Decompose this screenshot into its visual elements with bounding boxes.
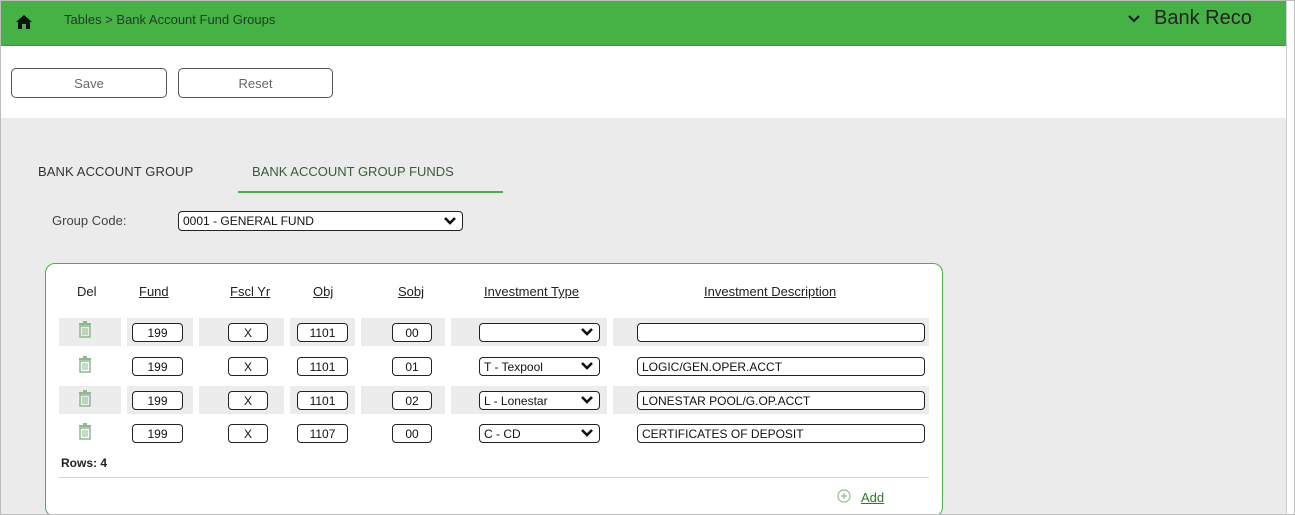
investment-type-select[interactable]: C - CD (479, 424, 600, 443)
obj-input[interactable]: 1101 (297, 391, 348, 410)
home-icon[interactable] (15, 14, 33, 33)
chevron-down-icon (443, 215, 457, 229)
plus-circle-icon (837, 489, 851, 506)
app-switcher[interactable]: Bank Reco (1128, 7, 1252, 30)
header-del: Del (77, 284, 97, 299)
fund-input[interactable]: 199 (132, 323, 183, 342)
breadcrumb: Tables > Bank Account Fund Groups (64, 12, 276, 27)
fund-input[interactable]: 199 (132, 357, 183, 376)
app-title: Bank Reco (1154, 7, 1252, 29)
column-gap (607, 318, 613, 449)
fscl-yr-input[interactable]: X (228, 323, 268, 342)
investment-type-select[interactable]: T - Texpool (479, 357, 600, 376)
vertical-scrollbar[interactable] (1286, 1, 1294, 514)
sobj-input[interactable]: 00 (392, 424, 432, 443)
add-divider (59, 477, 929, 478)
group-code-select[interactable]: 0001 - GENERAL FUND (178, 211, 463, 231)
trash-icon[interactable] (78, 356, 92, 373)
investment-description-input[interactable]: LONESTAR POOL/G.OP.ACCT (637, 391, 925, 410)
investment-type-value: L - Lonestar (484, 393, 548, 408)
save-button[interactable]: Save (11, 68, 167, 98)
fscl-yr-input[interactable]: X (228, 391, 268, 410)
column-gap (355, 318, 361, 449)
header-fscl-yr[interactable]: Fscl Yr (230, 284, 270, 299)
trash-icon[interactable] (78, 321, 92, 338)
trash-icon[interactable] (78, 423, 92, 440)
fscl-yr-input[interactable]: X (228, 424, 268, 443)
fund-input[interactable]: 199 (132, 424, 183, 443)
header-fund[interactable]: Fund (139, 284, 169, 299)
obj-input[interactable]: 1107 (297, 424, 348, 443)
tab-bank-account-group[interactable]: BANK ACCOUNT GROUP (38, 164, 193, 179)
column-gap (284, 318, 290, 449)
investment-description-input[interactable]: CERTIFICATES OF DEPOSIT (637, 424, 925, 443)
obj-input[interactable]: 1101 (297, 357, 348, 376)
tab-bank-account-group-funds[interactable]: BANK ACCOUNT GROUP FUNDS (252, 164, 454, 179)
fund-input[interactable]: 199 (132, 391, 183, 410)
add-label: Add (861, 490, 885, 505)
column-gap (445, 318, 451, 449)
trash-icon[interactable] (78, 390, 92, 407)
investment-type-select[interactable]: L - Lonestar (479, 391, 600, 410)
sobj-input[interactable]: 01 (392, 357, 432, 376)
investment-type-value: T - Texpool (484, 359, 543, 374)
header-obj[interactable]: Obj (313, 284, 333, 299)
reset-button[interactable]: Reset (178, 68, 333, 98)
investment-description-input[interactable] (637, 323, 925, 342)
chevron-down-icon (580, 326, 594, 340)
chevron-down-icon (580, 427, 594, 441)
group-code-label: Group Code: (52, 213, 127, 228)
investment-type-value: C - CD (484, 426, 521, 441)
header-investment-description[interactable]: Investment Description (704, 284, 836, 299)
sobj-input[interactable]: 00 (392, 323, 432, 342)
group-code-value: 0001 - GENERAL FUND (183, 214, 314, 228)
column-gap (193, 318, 199, 449)
app-window: Tables > Bank Account Fund Groups Bank R… (0, 0, 1295, 515)
rows-count: Rows: 4 (61, 456, 108, 470)
sobj-input[interactable]: 02 (392, 391, 432, 410)
investment-description-input[interactable]: LOGIC/GEN.OPER.ACCT (637, 357, 925, 376)
header-sobj[interactable]: Sobj (398, 284, 424, 299)
chevron-down-icon (580, 360, 594, 374)
add-row-button[interactable]: Add (837, 489, 884, 506)
obj-input[interactable]: 1101 (297, 323, 348, 342)
column-gap (121, 318, 127, 449)
header-investment-type[interactable]: Investment Type (484, 284, 579, 299)
chevron-down-icon (580, 394, 594, 408)
fscl-yr-input[interactable]: X (228, 357, 268, 376)
investment-type-select[interactable] (479, 323, 600, 342)
top-bar: Tables > Bank Account Fund Groups Bank R… (1, 1, 1286, 46)
chevron-down-icon[interactable] (1128, 11, 1140, 26)
active-tab-indicator (238, 191, 503, 193)
